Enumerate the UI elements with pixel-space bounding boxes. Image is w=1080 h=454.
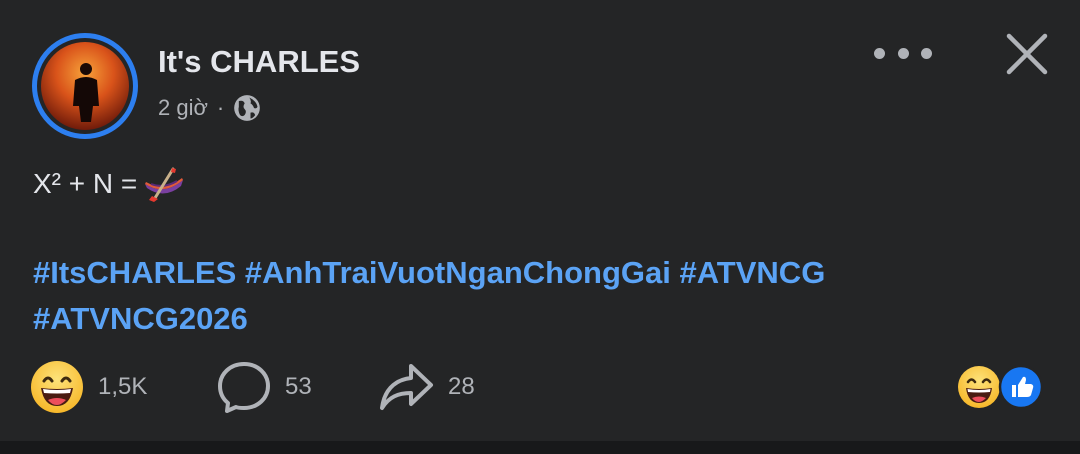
reactions-summary[interactable] (957, 365, 1047, 409)
hashtag-link[interactable]: #ItsCHARLES (33, 255, 236, 290)
more-icon-dot (921, 47, 932, 59)
hashtag-link[interactable]: #ATVNCG (679, 255, 825, 290)
author-name[interactable]: It's CHARLES (158, 44, 360, 80)
post-card: It's CHARLES 2 giờ · X² + N = #ItsCHARLE… (0, 0, 1080, 441)
shares-count: 28 (448, 373, 475, 400)
share-icon (380, 364, 433, 410)
comment-button[interactable]: 53 (217, 360, 312, 414)
post-time[interactable]: 2 giờ (158, 95, 208, 121)
comments-count: 53 (285, 373, 312, 400)
hashtag-link[interactable]: #AnhTraiVuotNganChongGai (245, 255, 671, 290)
share-button[interactable]: 28 (378, 360, 475, 414)
hashtag-link[interactable]: #ATVNCG2026 (33, 301, 248, 336)
like-icon (998, 365, 1044, 409)
close-icon[interactable] (1003, 30, 1051, 78)
avatar-figure (73, 63, 99, 122)
globe-icon (234, 95, 261, 121)
avatar-image (41, 42, 129, 130)
post-meta: 2 giờ · (158, 94, 261, 122)
avatar[interactable] (32, 33, 138, 139)
more-icon-dot (874, 47, 885, 59)
reactions-count: 1,5K (98, 373, 148, 400)
more-options-button[interactable] (874, 38, 932, 68)
bottom-divider (0, 441, 1080, 454)
canoe-emoji (145, 167, 184, 202)
comment-icon (218, 362, 270, 413)
post-text-content: X² + N = (33, 168, 138, 199)
laughing-emoji-icon (958, 366, 1000, 408)
more-icon-dot (897, 47, 909, 59)
hashtags: #ItsCHARLES #AnhTraiVuotNganChongGai #AT… (33, 250, 1033, 342)
post-text: X² + N = (33, 166, 185, 202)
laughing-emoji-icon (31, 361, 83, 413)
meta-separator: · (216, 95, 225, 120)
react-button[interactable]: 1,5K (30, 360, 147, 414)
